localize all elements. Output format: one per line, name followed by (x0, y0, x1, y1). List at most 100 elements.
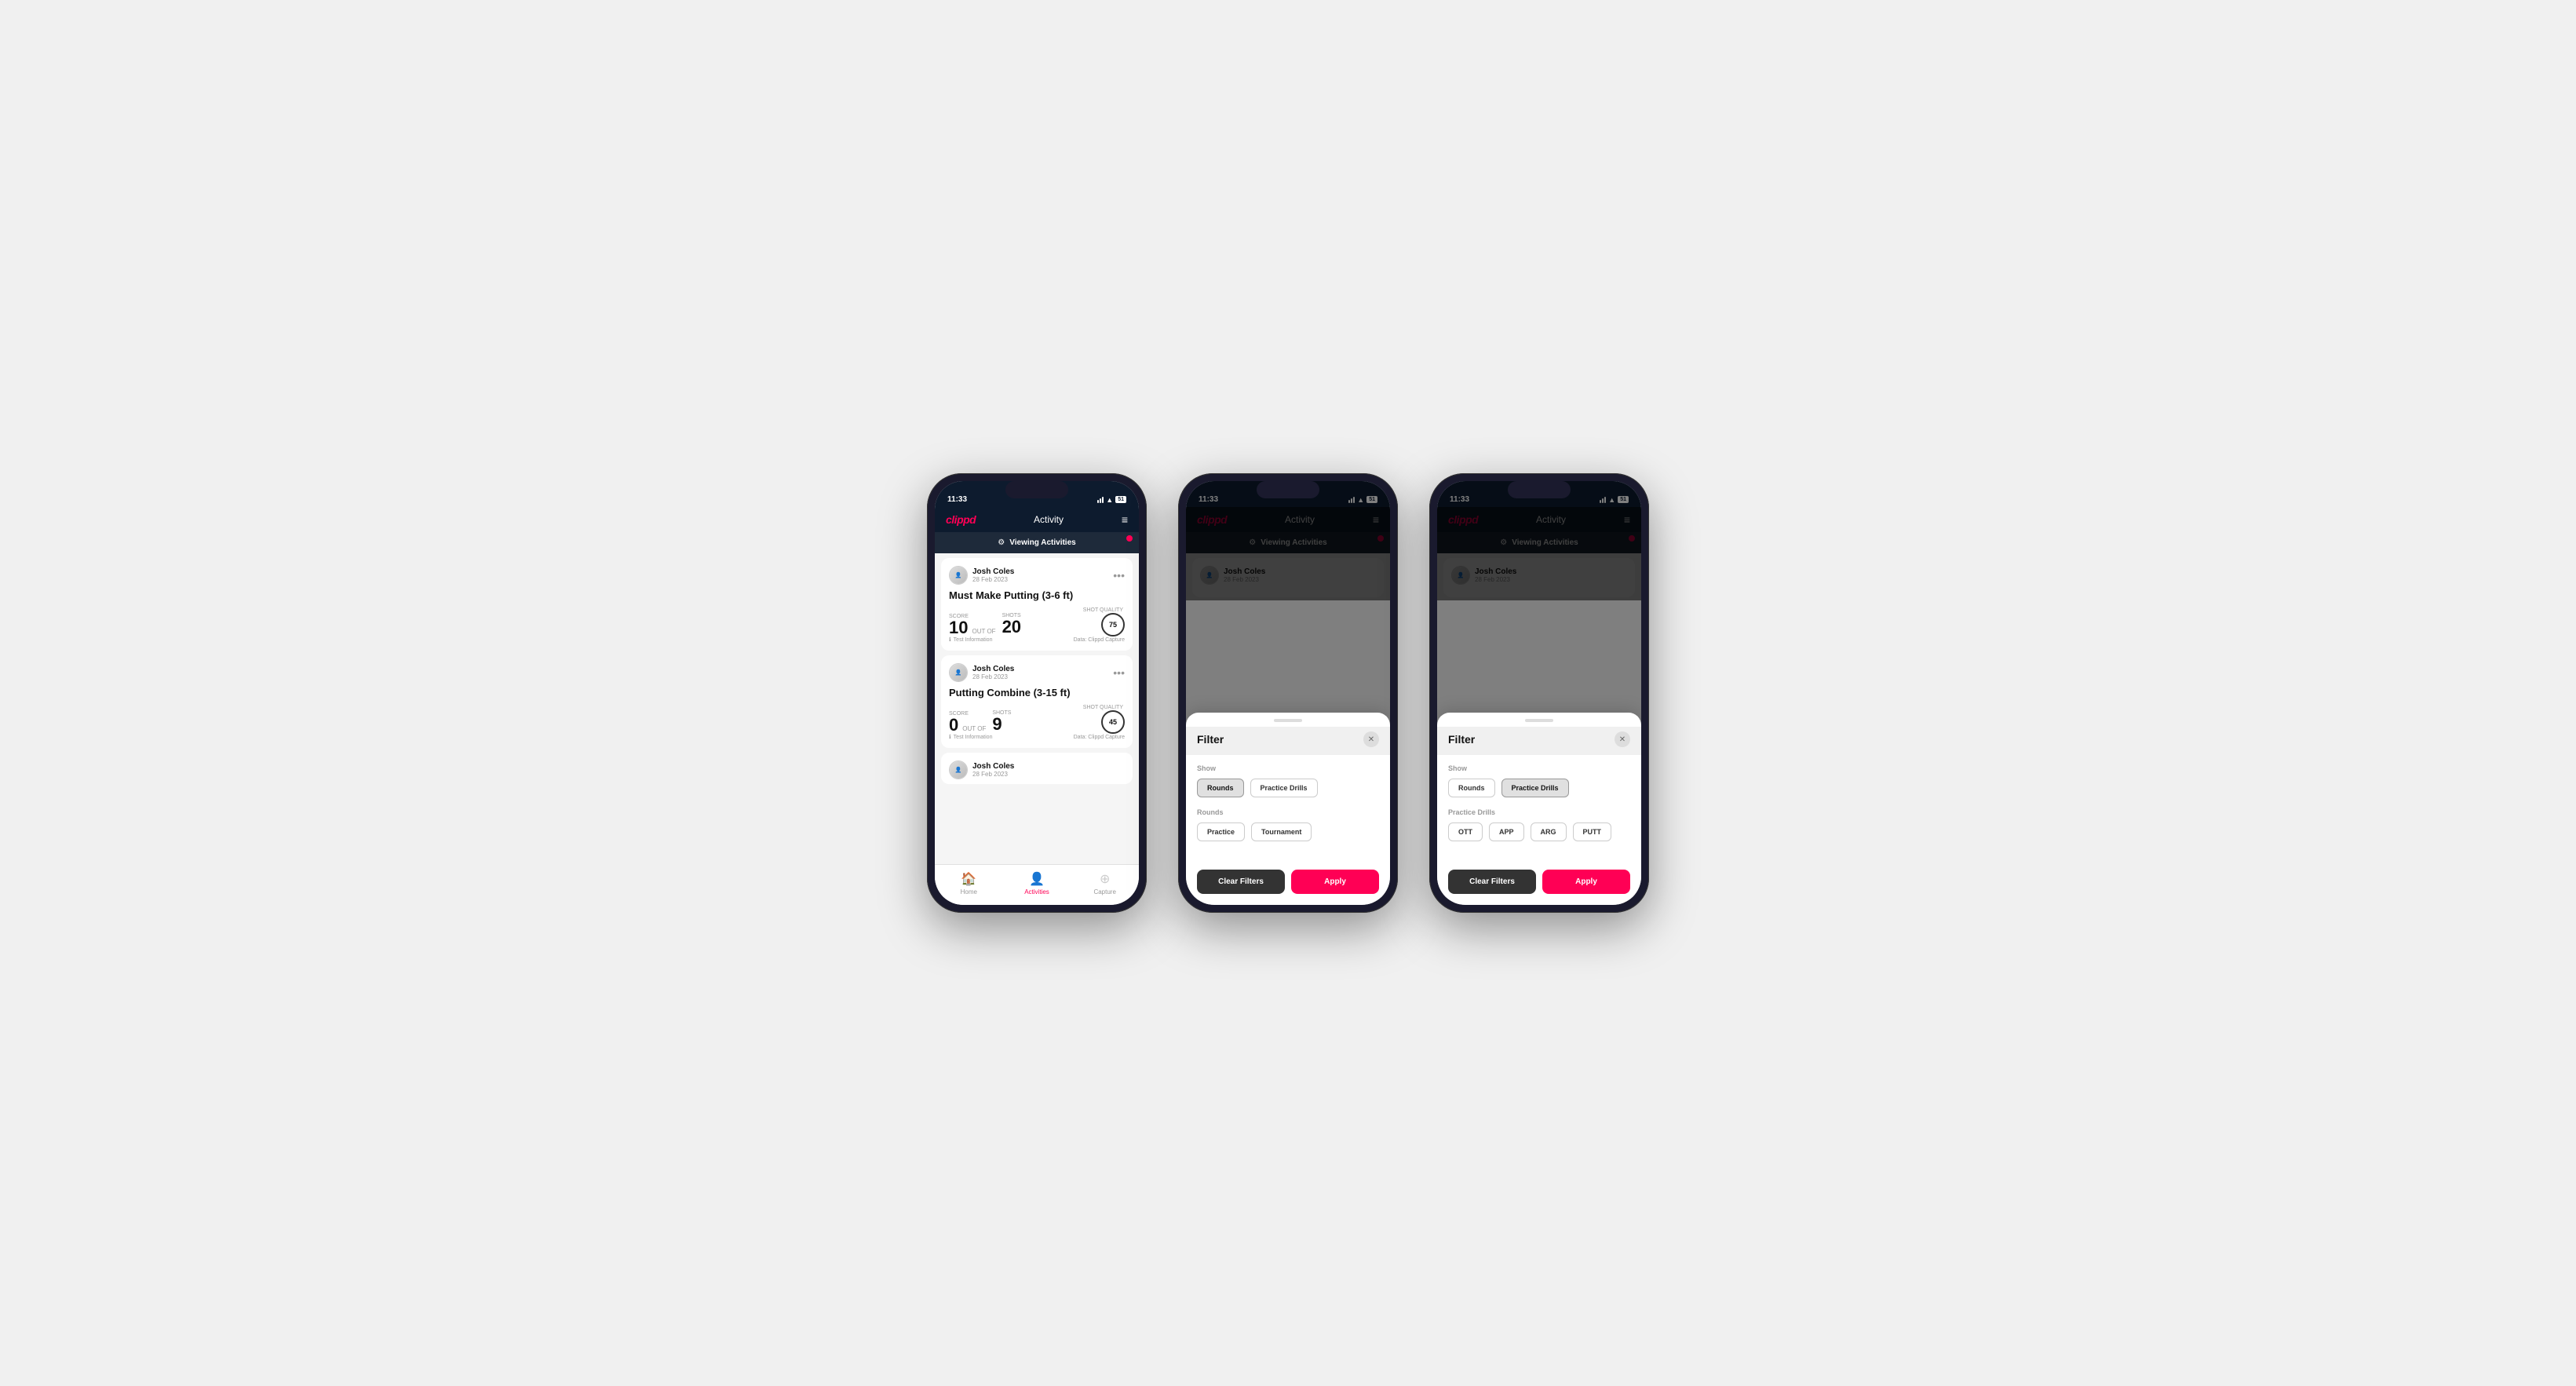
viewing-banner-text-1: Viewing Activities (1009, 538, 1075, 547)
shot-quality-section-2: Shot Quality 45 (1083, 705, 1125, 734)
out-of-2: OUT OF (962, 725, 986, 732)
activity-card-2: 👤 Josh Coles 28 Feb 2023 ••• Putting Com… (941, 655, 1133, 748)
show-buttons-3: Rounds Practice Drills (1448, 779, 1630, 797)
drills-buttons-3: OTT APP ARG PUTT (1448, 822, 1630, 841)
status-time-1: 11:33 (947, 495, 967, 504)
filter-title-2: Filter (1197, 733, 1224, 746)
user-name-1: Josh Coles (972, 567, 1014, 576)
rounds-btn-2[interactable]: Rounds (1197, 779, 1244, 797)
practice-drills-btn-3[interactable]: Practice Drills (1501, 779, 1569, 797)
filter-handle-3 (1525, 719, 1553, 722)
score-section-1: Score 10 OUT OF (949, 614, 998, 636)
dynamic-island-2 (1257, 481, 1319, 498)
score-section-2: Score 0 OUT OF (949, 711, 987, 734)
nav-menu-1[interactable]: ≡ (1122, 513, 1128, 526)
phone-3: 11:33 ▲ 51 clippd Activity ≡ (1429, 473, 1649, 913)
avatar-inner-2: 👤 (950, 664, 967, 681)
filter-title-3: Filter (1448, 733, 1475, 746)
app-btn-3[interactable]: APP (1489, 822, 1524, 841)
score-value-1: 10 (949, 619, 968, 636)
filter-sheet-2: Filter ✕ Show Rounds Practice Drills Rou… (1186, 713, 1390, 905)
score-value-2: 0 (949, 717, 958, 734)
phone-1-inner: 11:33 ▲ 51 clippd Activity ≡ (935, 481, 1139, 905)
practice-drills-btn-2[interactable]: Practice Drills (1250, 779, 1318, 797)
avatar-inner-3: 👤 (950, 761, 967, 779)
filter-header-3: Filter ✕ (1437, 727, 1641, 755)
signal-bars-1 (1097, 497, 1104, 503)
info-icon-2: ℹ (949, 734, 951, 740)
rounds-btn-3[interactable]: Rounds (1448, 779, 1495, 797)
nav-title-1: Activity (1034, 514, 1064, 525)
filter-body-3: Show Rounds Practice Drills Practice Dri… (1437, 755, 1641, 862)
user-info-1: 👤 Josh Coles 28 Feb 2023 (949, 566, 1014, 585)
rounds-buttons-2: Practice Tournament (1197, 822, 1379, 841)
avatar-3: 👤 (949, 760, 968, 779)
capture-icon-1: ⊕ (1100, 871, 1110, 887)
nav-logo-1: clippd (946, 513, 976, 526)
nav-bar-1: clippd Activity ≡ (935, 507, 1139, 532)
dynamic-island (1005, 481, 1068, 498)
clear-filters-btn-2[interactable]: Clear Filters (1197, 870, 1285, 894)
signal-bar-1 (1097, 500, 1099, 503)
card-footer-1: ℹ Test Information Data: Clippd Capture (949, 636, 1125, 643)
shot-quality-label-1: Shot Quality (1083, 607, 1123, 613)
more-dots-2[interactable]: ••• (1113, 666, 1125, 679)
avatar-2: 👤 (949, 663, 968, 682)
user-info-3: 👤 Josh Coles 28 Feb 2023 (949, 760, 1014, 779)
filter-header-2: Filter ✕ (1186, 727, 1390, 755)
user-info-2: 👤 Josh Coles 28 Feb 2023 (949, 663, 1014, 682)
phones-container: 11:33 ▲ 51 clippd Activity ≡ (927, 473, 1649, 913)
filter-body-2: Show Rounds Practice Drills Rounds Pract… (1186, 755, 1390, 862)
practice-round-btn-2[interactable]: Practice (1197, 822, 1245, 841)
user-meta-2: Josh Coles 28 Feb 2023 (972, 665, 1014, 680)
avatar-inner-1: 👤 (950, 567, 967, 584)
apply-btn-2[interactable]: Apply (1291, 870, 1379, 894)
user-date-1: 28 Feb 2023 (972, 576, 1014, 583)
out-of-1: OUT OF (972, 628, 995, 635)
user-meta-3: Josh Coles 28 Feb 2023 (972, 762, 1014, 778)
viewing-banner-1[interactable]: ⚙ Viewing Activities (935, 532, 1139, 553)
card-footer-2: ℹ Test Information Data: Clippd Capture (949, 734, 1125, 740)
ott-btn-3[interactable]: OTT (1448, 822, 1483, 841)
tab-home-label-1: Home (961, 888, 977, 895)
more-dots-1[interactable]: ••• (1113, 569, 1125, 582)
shot-quality-badge-2: 45 (1101, 710, 1125, 734)
filter-footer-2: Clear Filters Apply (1186, 862, 1390, 905)
phone-2: 11:33 ▲ 51 clippd Activity ≡ (1178, 473, 1398, 913)
info-icon-1: ℹ (949, 636, 951, 643)
tab-bar-1: 🏠 Home 👤 Activities ⊕ Capture (935, 864, 1139, 905)
clear-filters-btn-3[interactable]: Clear Filters (1448, 870, 1536, 894)
home-icon-1: 🏠 (961, 871, 976, 887)
wifi-icon-1: ▲ (1106, 496, 1113, 504)
scroll-content-1[interactable]: 👤 Josh Coles 28 Feb 2023 ••• Must Make P… (935, 553, 1139, 864)
show-buttons-2: Rounds Practice Drills (1197, 779, 1379, 797)
tab-capture-label-1: Capture (1093, 888, 1115, 895)
shot-quality-label-2: Shot Quality (1083, 705, 1123, 710)
avatar-1: 👤 (949, 566, 968, 585)
close-button-3[interactable]: ✕ (1615, 731, 1630, 747)
test-info-1: ℹ Test Information (949, 636, 992, 643)
filter-icon-1: ⚙ (998, 538, 1005, 547)
notification-dot-1 (1126, 535, 1133, 542)
tournament-btn-2[interactable]: Tournament (1251, 822, 1312, 841)
putt-btn-3[interactable]: PUTT (1573, 822, 1612, 841)
shots-value-2: 9 (992, 714, 1002, 734)
filter-sheet-3: Filter ✕ Show Rounds Practice Drills Pra… (1437, 713, 1641, 905)
filter-handle-2 (1274, 719, 1302, 722)
tab-activities-label-1: Activities (1024, 888, 1049, 895)
close-button-2[interactable]: ✕ (1363, 731, 1379, 747)
show-label-3: Show (1448, 764, 1630, 772)
tab-home-1[interactable]: 🏠 Home (935, 871, 1003, 895)
user-meta-1: Josh Coles 28 Feb 2023 (972, 567, 1014, 583)
arg-btn-3[interactable]: ARG (1531, 822, 1567, 841)
activity-card-1: 👤 Josh Coles 28 Feb 2023 ••• Must Make P… (941, 558, 1133, 651)
tab-capture-1[interactable]: ⊕ Capture (1071, 871, 1139, 895)
activities-icon-1: 👤 (1029, 871, 1045, 887)
card-header-2: 👤 Josh Coles 28 Feb 2023 ••• (949, 663, 1125, 682)
user-name-3: Josh Coles (972, 762, 1014, 771)
tab-activities-1[interactable]: 👤 Activities (1003, 871, 1071, 895)
shots-section-1: Shots 20 (1002, 613, 1023, 636)
apply-btn-3[interactable]: Apply (1542, 870, 1630, 894)
status-icons-1: ▲ 51 (1097, 496, 1126, 504)
shot-quality-section-1: Shot Quality 75 (1083, 607, 1125, 636)
